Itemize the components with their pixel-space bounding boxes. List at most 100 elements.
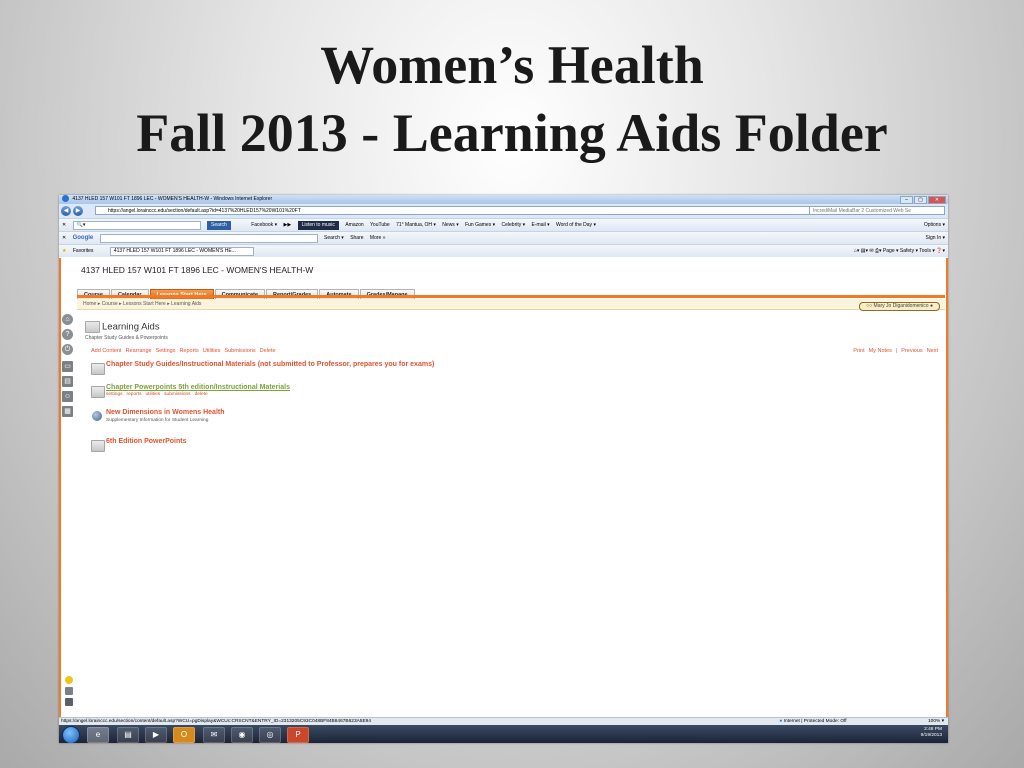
- toolbar-word-of-day[interactable]: Word of the Day ▾: [556, 219, 596, 231]
- item-settings-link[interactable]: settings: [106, 392, 123, 397]
- glasses-icon: ○○: [866, 303, 873, 309]
- people-nav-icon[interactable]: ☺: [62, 391, 73, 402]
- tabs-underline: [77, 295, 945, 298]
- browser-screenshot: 4137 HLED 157 W101 FT 1896 LEC - WOMEN'S…: [59, 195, 948, 743]
- forward-button[interactable]: ▶: [73, 205, 83, 216]
- home-icon[interactable]: ⌂▾: [854, 248, 860, 254]
- toolbar-youtube[interactable]: YouTube: [370, 219, 390, 231]
- power-nav-icon[interactable]: ⏻: [62, 344, 73, 355]
- item-utilities-link[interactable]: utilities: [145, 392, 160, 397]
- zoom-level[interactable]: 100% ▾: [928, 719, 944, 724]
- item-reports-link[interactable]: reports: [127, 392, 142, 397]
- user-badge[interactable]: ○○ Mary Jo Diganidomenico ●: [859, 302, 940, 311]
- user-name: Mary Jo Diganidomenico: [873, 303, 929, 309]
- firefox-taskbar-icon[interactable]: ◉: [231, 727, 253, 743]
- minimize-button[interactable]: –: [900, 196, 913, 204]
- toolbar-fun-games[interactable]: Fun Games ▾: [465, 219, 495, 231]
- chrome-taskbar-icon[interactable]: ◎: [259, 727, 281, 743]
- toolbar-news[interactable]: News ▾: [442, 219, 458, 231]
- status-url: https://angel.lorainccc.edu/section/cont…: [61, 719, 372, 724]
- add-content-link[interactable]: Add Content: [91, 348, 122, 354]
- toolbar-amazon[interactable]: Amazon: [345, 219, 363, 231]
- home-nav-icon[interactable]: ⌂: [62, 314, 73, 325]
- utilities-link[interactable]: Utilities: [203, 348, 221, 354]
- web-link-icon: [92, 411, 102, 421]
- help-nav-icon[interactable]: ?: [62, 329, 73, 340]
- outlook-taskbar-icon[interactable]: O: [173, 727, 195, 743]
- addon-toolbar: ✕ 🔍▾ Search Facebook ▾ ▶▶ Listen to musi…: [59, 218, 948, 231]
- favorites-button[interactable]: Favorites: [73, 245, 94, 257]
- previous-link[interactable]: Previous: [901, 348, 922, 354]
- rearrange-link[interactable]: Rearrange: [126, 348, 152, 354]
- back-button[interactable]: ◀: [61, 205, 71, 216]
- close-button[interactable]: ✕: [928, 196, 946, 204]
- security-zone[interactable]: Internet | Protected Mode: Off: [784, 719, 847, 724]
- media-player-taskbar-icon[interactable]: ▶: [145, 727, 167, 743]
- google-more-button[interactable]: More »: [370, 232, 386, 244]
- breadcrumb[interactable]: Home ▸ Course ▸ Lessons Start Here ▸ Lea…: [77, 299, 945, 310]
- google-signin[interactable]: Sign In ▾: [926, 232, 945, 244]
- ie-taskbar-icon[interactable]: e: [87, 727, 109, 743]
- help-menu[interactable]: ❓▾: [936, 248, 945, 254]
- start-button[interactable]: [62, 726, 80, 743]
- window-titlebar: 4137 HLED 157 W101 FT 1896 LEC - WOMEN'S…: [59, 195, 948, 204]
- tools-menu[interactable]: Tools ▾: [919, 248, 935, 254]
- page-nav-links: Print My Notes | Previous Next: [849, 348, 938, 354]
- toolbar-celebrity[interactable]: Celebrity ▾: [502, 219, 526, 231]
- item-delete-link[interactable]: delete: [195, 392, 208, 397]
- item-title[interactable]: Chapter Powerpoints 5th edition/Instruct…: [106, 384, 290, 391]
- toolbar-options[interactable]: Options ▾: [924, 219, 945, 231]
- toolbar-listen-to-music[interactable]: Listen to music: [297, 220, 339, 230]
- google-search-input[interactable]: [99, 233, 318, 243]
- next-link[interactable]: Next: [927, 348, 938, 354]
- toolbar-weather[interactable]: 71° Mantua, OH ▾: [396, 219, 436, 231]
- item-title[interactable]: 6th Edition PowerPoints: [106, 438, 187, 445]
- ie-icon: [62, 195, 69, 203]
- page-menu[interactable]: Page ▾: [883, 248, 899, 254]
- explorer-taskbar-icon[interactable]: ▤: [117, 727, 139, 743]
- item-submissions-link[interactable]: submissions: [164, 392, 190, 397]
- google-share-button[interactable]: Share: [350, 232, 363, 244]
- toolbar-music-play-icon[interactable]: ▶▶: [283, 219, 291, 231]
- toolbar-search-button[interactable]: Search: [206, 220, 231, 230]
- reports-link[interactable]: Reports: [179, 348, 198, 354]
- item-subtitle: Supplementary Information for Student Le…: [106, 418, 209, 423]
- safety-menu[interactable]: Safety ▾: [900, 248, 918, 254]
- folder-nav-icon[interactable]: ▭: [62, 361, 73, 372]
- toolbar-search-input[interactable]: 🔍▾: [72, 220, 201, 230]
- google-logo: Google: [72, 235, 94, 241]
- toolbar-facebook[interactable]: Facebook ▾: [251, 219, 277, 231]
- settings-link[interactable]: Settings: [156, 348, 176, 354]
- document-nav-icon[interactable]: ▤: [62, 376, 73, 387]
- folder-title-text: Learning Aids: [102, 321, 160, 333]
- page-content: 4137 HLED 157 W101 FT 1896 LEC - WOMEN'S…: [59, 258, 948, 717]
- item-title[interactable]: Chapter Study Guides/Instructional Mater…: [106, 361, 434, 368]
- google-toolbar-close-icon[interactable]: ✕: [62, 232, 66, 244]
- submissions-link[interactable]: Submissions: [224, 348, 255, 354]
- tools-icon[interactable]: [65, 687, 73, 695]
- delete-link[interactable]: Delete: [260, 348, 276, 354]
- print-link[interactable]: Print: [853, 348, 864, 354]
- my-notes-link[interactable]: My Notes: [869, 348, 892, 354]
- favorites-star-icon[interactable]: ★: [62, 245, 66, 257]
- mail-icon[interactable]: ✉: [869, 248, 873, 254]
- item-title[interactable]: New Dimensions in Womens Health: [106, 409, 225, 416]
- browser-tab[interactable]: 4137 HLED 157 W101 FT 1896 LEC - WOMEN'S…: [109, 246, 254, 256]
- toolbar-email[interactable]: E-mail ▾: [532, 219, 550, 231]
- feeds-icon[interactable]: ▤▾: [861, 248, 868, 254]
- mail-taskbar-icon[interactable]: ✉: [203, 727, 225, 743]
- google-search-button[interactable]: Search ▾: [324, 232, 344, 244]
- pda-icon[interactable]: [65, 698, 73, 706]
- clock-date[interactable]: 9/19/2013: [921, 733, 942, 738]
- print-icon[interactable]: ⎙▾: [875, 248, 882, 254]
- web-search-input[interactable]: IncrediMail MediaBar 2 Customized Web Se: [809, 206, 945, 215]
- globe-icon: ●: [779, 719, 783, 724]
- maximize-button[interactable]: ▢: [914, 196, 927, 204]
- toolbar-close-icon[interactable]: ✕: [62, 219, 66, 231]
- clock-time[interactable]: 2:48 PM: [924, 727, 942, 732]
- calendar-nav-icon[interactable]: ▦: [62, 406, 73, 417]
- info-icon[interactable]: [65, 676, 73, 684]
- item-links: settings reports utilities submissions delet…: [106, 392, 212, 397]
- powerpoint-taskbar-icon[interactable]: P: [287, 727, 309, 743]
- address-input[interactable]: https://angel.lorainccc.edu/section/defa…: [95, 206, 823, 215]
